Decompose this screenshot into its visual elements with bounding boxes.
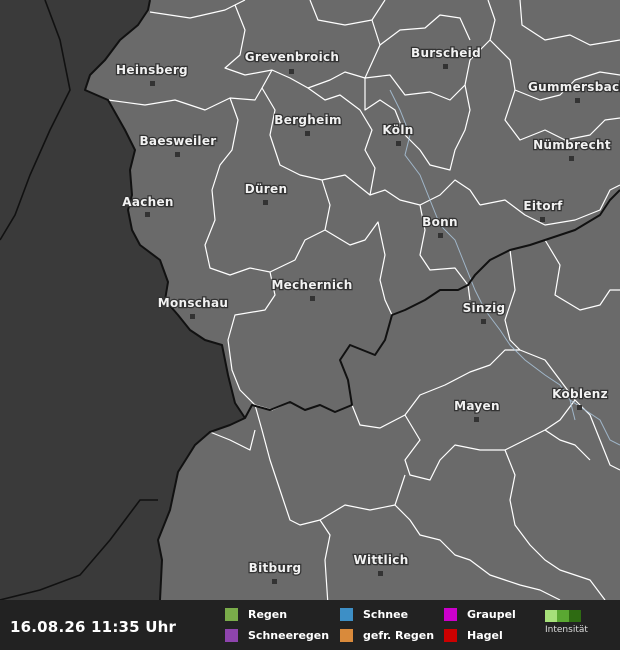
legend-swatch-gefr-regen <box>340 629 353 642</box>
map-legend: 16.08.26 11:35 Uhr Regen Schneeregen Sch… <box>0 600 620 650</box>
city-label: Burscheid <box>411 46 481 60</box>
city-label: Bonn <box>422 215 458 229</box>
city-label: Monschau <box>158 296 229 310</box>
city-label: Eitorf <box>523 199 563 213</box>
legend-label: Regen <box>248 608 288 621</box>
legend-item-schnee: Schnee <box>340 608 408 621</box>
city-label: Baesweiler <box>139 134 216 148</box>
intensity-scale: Intensität <box>545 610 595 635</box>
city-label: Gummersbach <box>528 80 620 94</box>
weather-map[interactable]: Heinsberg Grevenbroich Burscheid Gummers… <box>0 0 620 650</box>
legend-swatch-schnee <box>340 608 353 621</box>
intensity-label: Intensität <box>545 625 588 635</box>
city-label: Wittlich <box>353 553 408 567</box>
legend-label: Graupel <box>467 608 516 621</box>
legend-swatch-regen <box>225 608 238 621</box>
city-label: Mechernich <box>271 278 352 292</box>
city-label: Köln <box>382 123 413 137</box>
city-label: Sinzig <box>463 301 506 315</box>
legend-item-graupel: Graupel <box>444 608 516 621</box>
city-label: Bitburg <box>249 561 302 575</box>
legend-item-hagel: Hagel <box>444 629 503 642</box>
intensity-high <box>569 610 581 622</box>
legend-swatch-schneeregen <box>225 629 238 642</box>
city-label: Bergheim <box>274 113 342 127</box>
legend-swatch-hagel <box>444 629 457 642</box>
city-label: Grevenbroich <box>245 50 340 64</box>
intensity-mid <box>557 610 569 622</box>
city-label: Düren <box>245 182 288 196</box>
legend-label: Schnee <box>363 608 409 621</box>
legend-label: Hagel <box>467 629 503 642</box>
legend-label: Schneeregen <box>248 629 330 642</box>
city-label: Heinsberg <box>116 63 188 77</box>
city-label: Nümbrecht <box>533 138 611 152</box>
legend-item-gefr-regen: gefr. Regen <box>340 629 434 642</box>
timestamp: 16.08.26 11:35 Uhr <box>10 618 177 636</box>
city-label: Aachen <box>122 195 174 209</box>
map-canvas: Heinsberg Grevenbroich Burscheid Gummers… <box>0 0 620 650</box>
city-label: Koblenz <box>552 387 608 401</box>
legend-item-schneeregen: Schneeregen <box>225 629 329 642</box>
intensity-low <box>545 610 557 622</box>
legend-label: gefr. Regen <box>363 629 435 642</box>
legend-swatch-graupel <box>444 608 457 621</box>
legend-item-regen: Regen <box>225 608 287 621</box>
intensity-bars <box>545 610 595 622</box>
city-label: Mayen <box>454 399 500 413</box>
